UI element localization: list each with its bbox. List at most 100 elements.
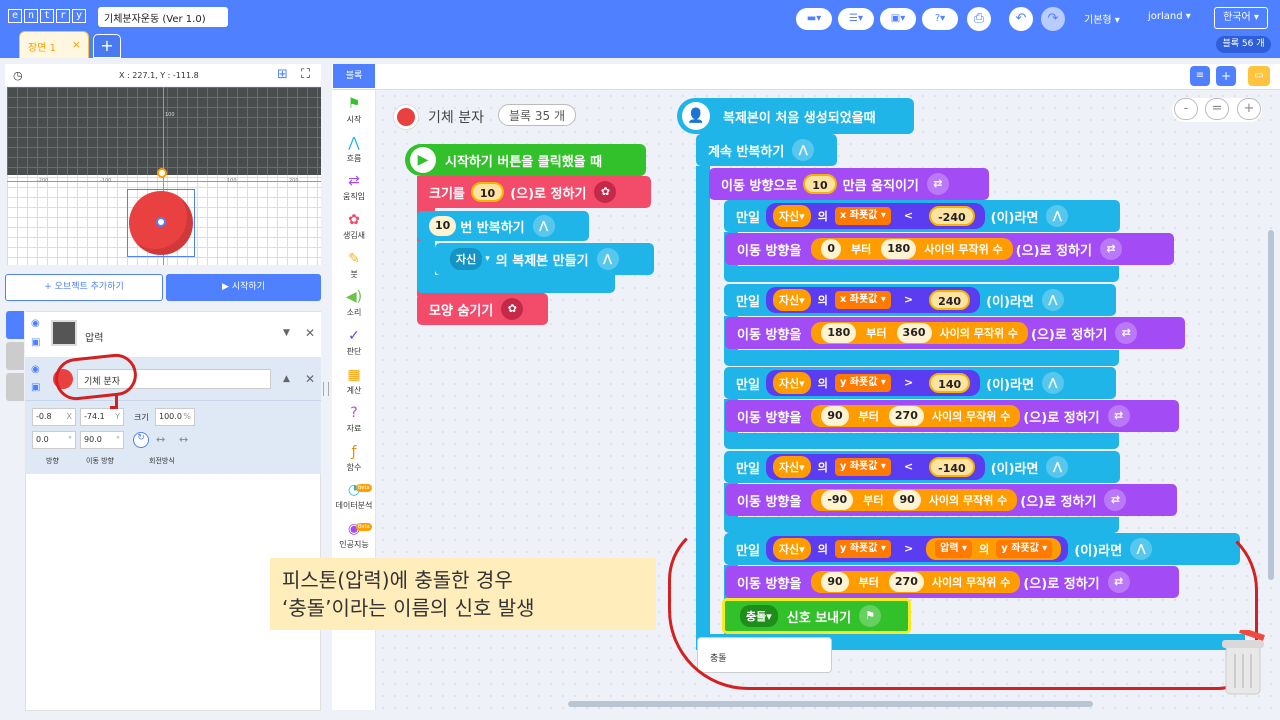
help-button[interactable]: ?▾	[922, 8, 958, 30]
object-row-pressure[interactable]: ◉ ▣ 압력 ▼ ✕	[25, 312, 321, 358]
when-start-clicked-block[interactable]: 시작하기 버튼을 클릭했을 때 ▶	[405, 144, 646, 176]
category-sound[interactable]: ◀) 소리	[332, 289, 376, 318]
category-function[interactable]: ƒ 함수	[332, 444, 376, 473]
category-brush[interactable]: ✎ 붓	[332, 251, 376, 280]
y-input[interactable]: -74.1 Y	[80, 408, 124, 426]
category-looks[interactable]: ✿ 생김새	[332, 212, 376, 241]
prop-dropdown: x 좌푯값 ▾	[834, 291, 891, 309]
chevron-up-icon[interactable]: ▲	[283, 374, 290, 384]
speed-icon[interactable]: ◷	[13, 69, 23, 82]
motion-icon: ⇄	[348, 173, 360, 189]
fullscreen-icon[interactable]: ⛶	[301, 67, 310, 82]
entry-logo[interactable]: entry	[8, 9, 86, 23]
category-ai[interactable]: ◉ 인공지능 Beta	[332, 521, 376, 550]
if-block[interactable]: 만일 자신 ▾ 의 x 좌푯값 ▾ < -240 (이)라면 ⋀	[724, 200, 1120, 232]
block-count-badge: 블록 56 개	[1216, 36, 1271, 53]
lock-icon[interactable]: ▣	[31, 382, 40, 393]
x-input[interactable]: -0.8 X	[32, 408, 76, 426]
undo-icon[interactable]: ↶	[1009, 7, 1033, 31]
category-flow[interactable]: ⋀ 흐름	[332, 135, 376, 164]
play-icon: ▶	[410, 147, 436, 173]
panel-resize-handle[interactable]	[323, 382, 329, 396]
set-direction-block[interactable]: 이동 방향을 -90 부터 90 사이의 무작위 수 (으)로 정하기 ⇄	[725, 484, 1177, 516]
zoom-out-button[interactable]: -	[1174, 98, 1198, 120]
trash-icon[interactable]	[1218, 630, 1268, 696]
data-icon: ?	[350, 405, 358, 421]
dropdown-arrow: ▾	[485, 254, 490, 264]
self-dropdown: 자신 ▾	[772, 372, 811, 394]
print-icon[interactable]: ⎙	[967, 7, 991, 31]
when-clone-created-block[interactable]: 복제본이 처음 생성되었을때 👤	[677, 98, 914, 134]
x-axis	[7, 181, 321, 182]
help-tab[interactable]	[6, 342, 24, 370]
flow-icon: ⋀	[1041, 372, 1064, 394]
language-menu[interactable]: 한국어 ▾	[1214, 7, 1268, 29]
create-clone-block[interactable]: 자신 ▾ 의 복제본 만들기 ⋀	[435, 243, 654, 275]
if-block[interactable]: 만일 자신 ▾ 의 y 좌푯값 ▾ < -140 (이)라면 ⋀	[724, 451, 1120, 483]
console-tab[interactable]	[6, 373, 24, 401]
start-button[interactable]: ▶ 시작하기	[166, 274, 321, 301]
tab-scene-1[interactable]: 장면 1 ×	[19, 31, 89, 58]
category-start[interactable]: ⚑ 시작	[332, 96, 376, 125]
save-icon-button[interactable]: ▣▾	[880, 8, 916, 30]
delete-object-icon[interactable]: ✕	[305, 372, 315, 386]
stage-canvas[interactable]: -200 -100 100 200 100	[7, 87, 321, 265]
vertical-scrollbar[interactable]	[1268, 230, 1274, 580]
object-list-tab[interactable]	[6, 311, 24, 339]
rotate-horizontal-icon[interactable]: ↔	[156, 433, 165, 446]
file-menu-button[interactable]: ☰▾	[838, 8, 874, 30]
object-thumbnail	[51, 320, 77, 346]
save-menu-button[interactable]: ▬▾	[796, 8, 832, 30]
category-data-analysis[interactable]: ◔ 데이터분석 Beta	[332, 482, 376, 511]
set-direction-block[interactable]: 이동 방향을 90 부터 270 사이의 무작위 수 (으)로 정하기 ⇄	[725, 400, 1179, 432]
chevron-down-icon[interactable]: ▼	[283, 328, 290, 338]
set-size-block[interactable]: 크기를 10 (으)로 정하기 ✿	[417, 176, 651, 208]
project-title-input[interactable]: 기체분자운동 (Ver 1.0)	[98, 7, 228, 27]
if-block[interactable]: 만일 자신 ▾ 의 x 좌푯값 ▾ >240 (이)라면 ⋀	[724, 284, 1116, 316]
x-tick: -200	[37, 178, 49, 184]
size-input[interactable]: 100.0%	[155, 408, 195, 426]
direction-input[interactable]: 0.0 °	[32, 431, 76, 449]
redo-icon[interactable]: ↷	[1041, 7, 1065, 31]
repeat-block[interactable]: 10 번 반복하기 ⋀	[417, 211, 589, 241]
move-direction-input[interactable]: 90.0 °	[80, 431, 124, 449]
add-object-button[interactable]: + 오브젝트 추가하기	[5, 274, 163, 301]
close-icon[interactable]: ×	[72, 38, 81, 51]
user-menu[interactable]: jorland ▾	[1148, 11, 1191, 22]
condition: 자신 ▾ 의 x 좌푯값 ▾ >240	[765, 287, 981, 313]
tab-blocks[interactable]: 블록	[333, 64, 375, 88]
comment-icon[interactable]: ≡	[1190, 66, 1210, 86]
horizontal-scrollbar[interactable]	[568, 701, 1093, 707]
add-block-icon[interactable]: +	[1216, 66, 1236, 86]
add-scene-button[interactable]: +	[93, 34, 121, 58]
object-header-thumb	[393, 104, 419, 130]
backpack-icon[interactable]: ▭	[1248, 66, 1270, 86]
category-motion[interactable]: ⇄ 움직임	[332, 173, 376, 202]
rotation-handle[interactable]	[157, 168, 167, 178]
zoom-reset-button[interactable]: =	[1205, 98, 1229, 120]
eye-icon[interactable]: ◉	[31, 364, 40, 375]
category-calc[interactable]: ▦ 계산	[332, 367, 376, 396]
center-point[interactable]	[156, 217, 166, 227]
category-data[interactable]: ? 자료	[332, 405, 376, 434]
forever-block[interactable]: 계속 반복하기 ⋀	[696, 134, 837, 166]
category-judgement[interactable]: ✓ 판단	[332, 328, 376, 357]
set-direction-block[interactable]: 이동 방향을 180 부터 360 사이의 무작위 수 (으)로 정하기 ⇄	[725, 317, 1185, 349]
piston-object[interactable]	[7, 87, 321, 175]
delete-object-icon[interactable]: ✕	[305, 326, 315, 340]
flow-icon: ⋀	[348, 135, 360, 151]
flow-icon: ⋀	[792, 139, 815, 161]
prop-dropdown: y 좌푯값 ▾	[834, 374, 891, 392]
lock-icon[interactable]: ▣	[31, 337, 40, 348]
scene-tab-label: 장면 1	[28, 43, 56, 54]
eye-icon[interactable]: ◉	[31, 318, 40, 329]
grid-icon[interactable]: ⊞	[277, 67, 288, 82]
if-block[interactable]: 만일 자신 ▾ 의 y 좌푯값 ▾ >140 (이)라면 ⋀	[724, 367, 1116, 399]
mode-menu[interactable]: 기본형 ▾	[1084, 11, 1120, 26]
zoom-in-button[interactable]: +	[1237, 98, 1261, 120]
rotate-free-icon[interactable]: ↻	[133, 432, 149, 448]
move-block[interactable]: 이동 방향으로 10 만큼 움직이기 ⇄	[709, 168, 989, 200]
rotate-none-icon[interactable]: ↔	[179, 433, 188, 446]
set-direction-block[interactable]: 이동 방향을 0 부터 180 사이의 무작위 수 (으)로 정하기 ⇄	[725, 233, 1174, 265]
hide-block[interactable]: 모양 숨기기 ✿	[417, 293, 548, 325]
